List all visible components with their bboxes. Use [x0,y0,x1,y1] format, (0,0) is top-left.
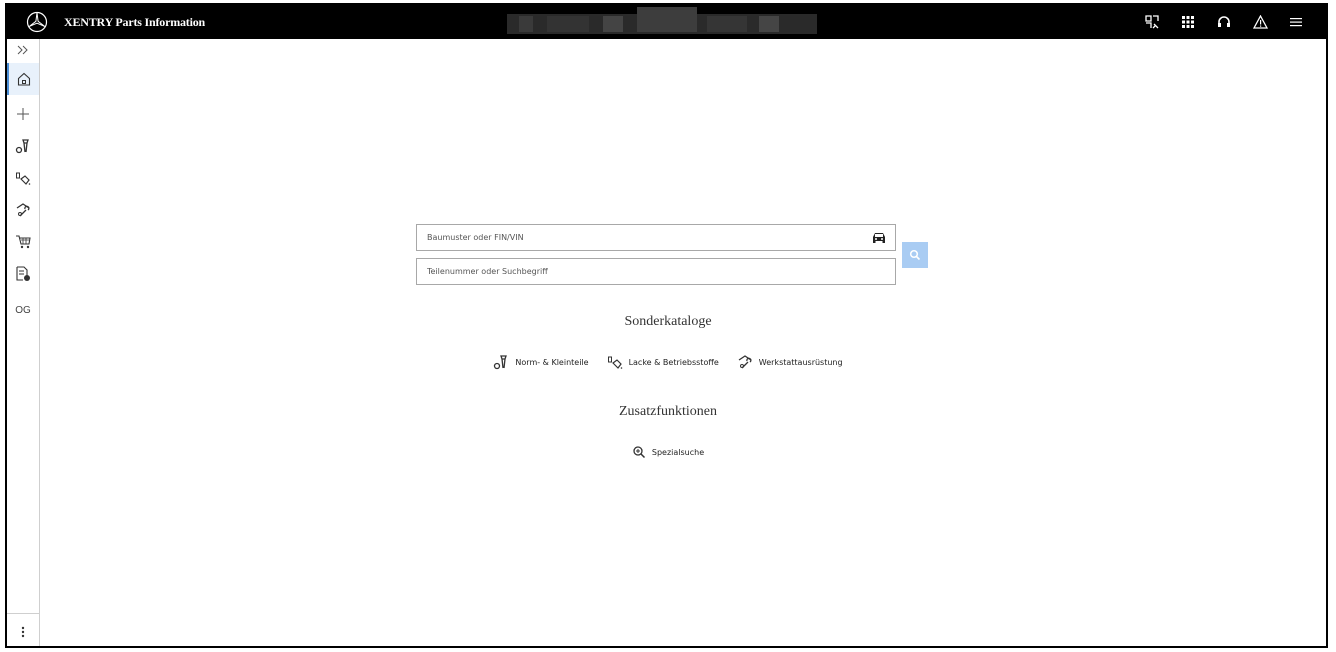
top-bar: XENTRY Parts Information [7,5,1326,39]
menu-icon[interactable] [1278,12,1314,32]
home-icon [17,72,31,86]
paint-icon [16,172,31,185]
sidebar-item-paint[interactable] [7,163,39,193]
part-number-field[interactable] [416,258,896,285]
search-button[interactable] [902,242,928,268]
workshop-equipment-label: Werkstattausrüstung [758,357,843,367]
workshop-icon [738,355,752,369]
headset-icon[interactable] [1206,12,1242,32]
paint-icon [607,356,622,369]
more-icon[interactable] [7,619,39,645]
warning-icon[interactable] [1242,12,1278,32]
additional-functions-list: Spezialsuche [0,445,1336,459]
parts-icon [15,139,29,154]
document-icon [16,266,30,281]
norm-small-parts-link[interactable]: Norm- & Kleinteile [493,354,589,370]
sidebar-divider [7,613,39,614]
part-number-input[interactable] [417,259,895,284]
workshop-equipment-link[interactable]: Werkstattausrüstung [737,354,843,370]
model-vin-input[interactable] [417,225,895,250]
sidebar-item-home[interactable] [7,63,39,95]
special-search-link[interactable]: Spezialsuche [632,445,704,459]
car-icon[interactable] [871,231,887,244]
search-icon [909,249,921,261]
paints-fluids-label: Lacke & Betriebsstoffe [628,357,719,367]
sidebar-item-workshop[interactable] [7,195,39,225]
model-vin-field[interactable] [416,224,896,251]
plus-icon [17,108,29,120]
grid-icon[interactable] [1170,12,1206,32]
expand-icon[interactable] [7,39,39,61]
special-catalogs-title: Sonderkataloge [624,314,712,329]
norm-small-parts-label: Norm- & Kleinteile [515,357,589,367]
mercedes-star-icon[interactable] [26,11,48,33]
scan-icon[interactable] [1134,12,1170,32]
app-title: XENTRY Parts Information [64,15,205,29]
cart-icon [16,235,31,249]
additional-functions-title: Zusatzfunktionen [619,404,717,419]
sidebar-item-parts[interactable] [7,131,39,161]
sidebar-item-orders[interactable] [7,259,39,289]
paints-fluids-link[interactable]: Lacke & Betriebsstoffe [607,354,719,370]
workshop-icon [16,203,30,217]
magnifier-plus-icon [633,446,645,459]
sidebar-item-cart[interactable] [7,227,39,257]
parts-icon [494,355,508,370]
special-catalogs-list: Norm- & Kleinteile Lacke & Betriebsstoff… [0,354,1336,370]
special-search-label: Spezialsuche [651,447,705,457]
sidebar: OG [7,39,40,646]
sidebar-item-new[interactable] [7,99,39,129]
